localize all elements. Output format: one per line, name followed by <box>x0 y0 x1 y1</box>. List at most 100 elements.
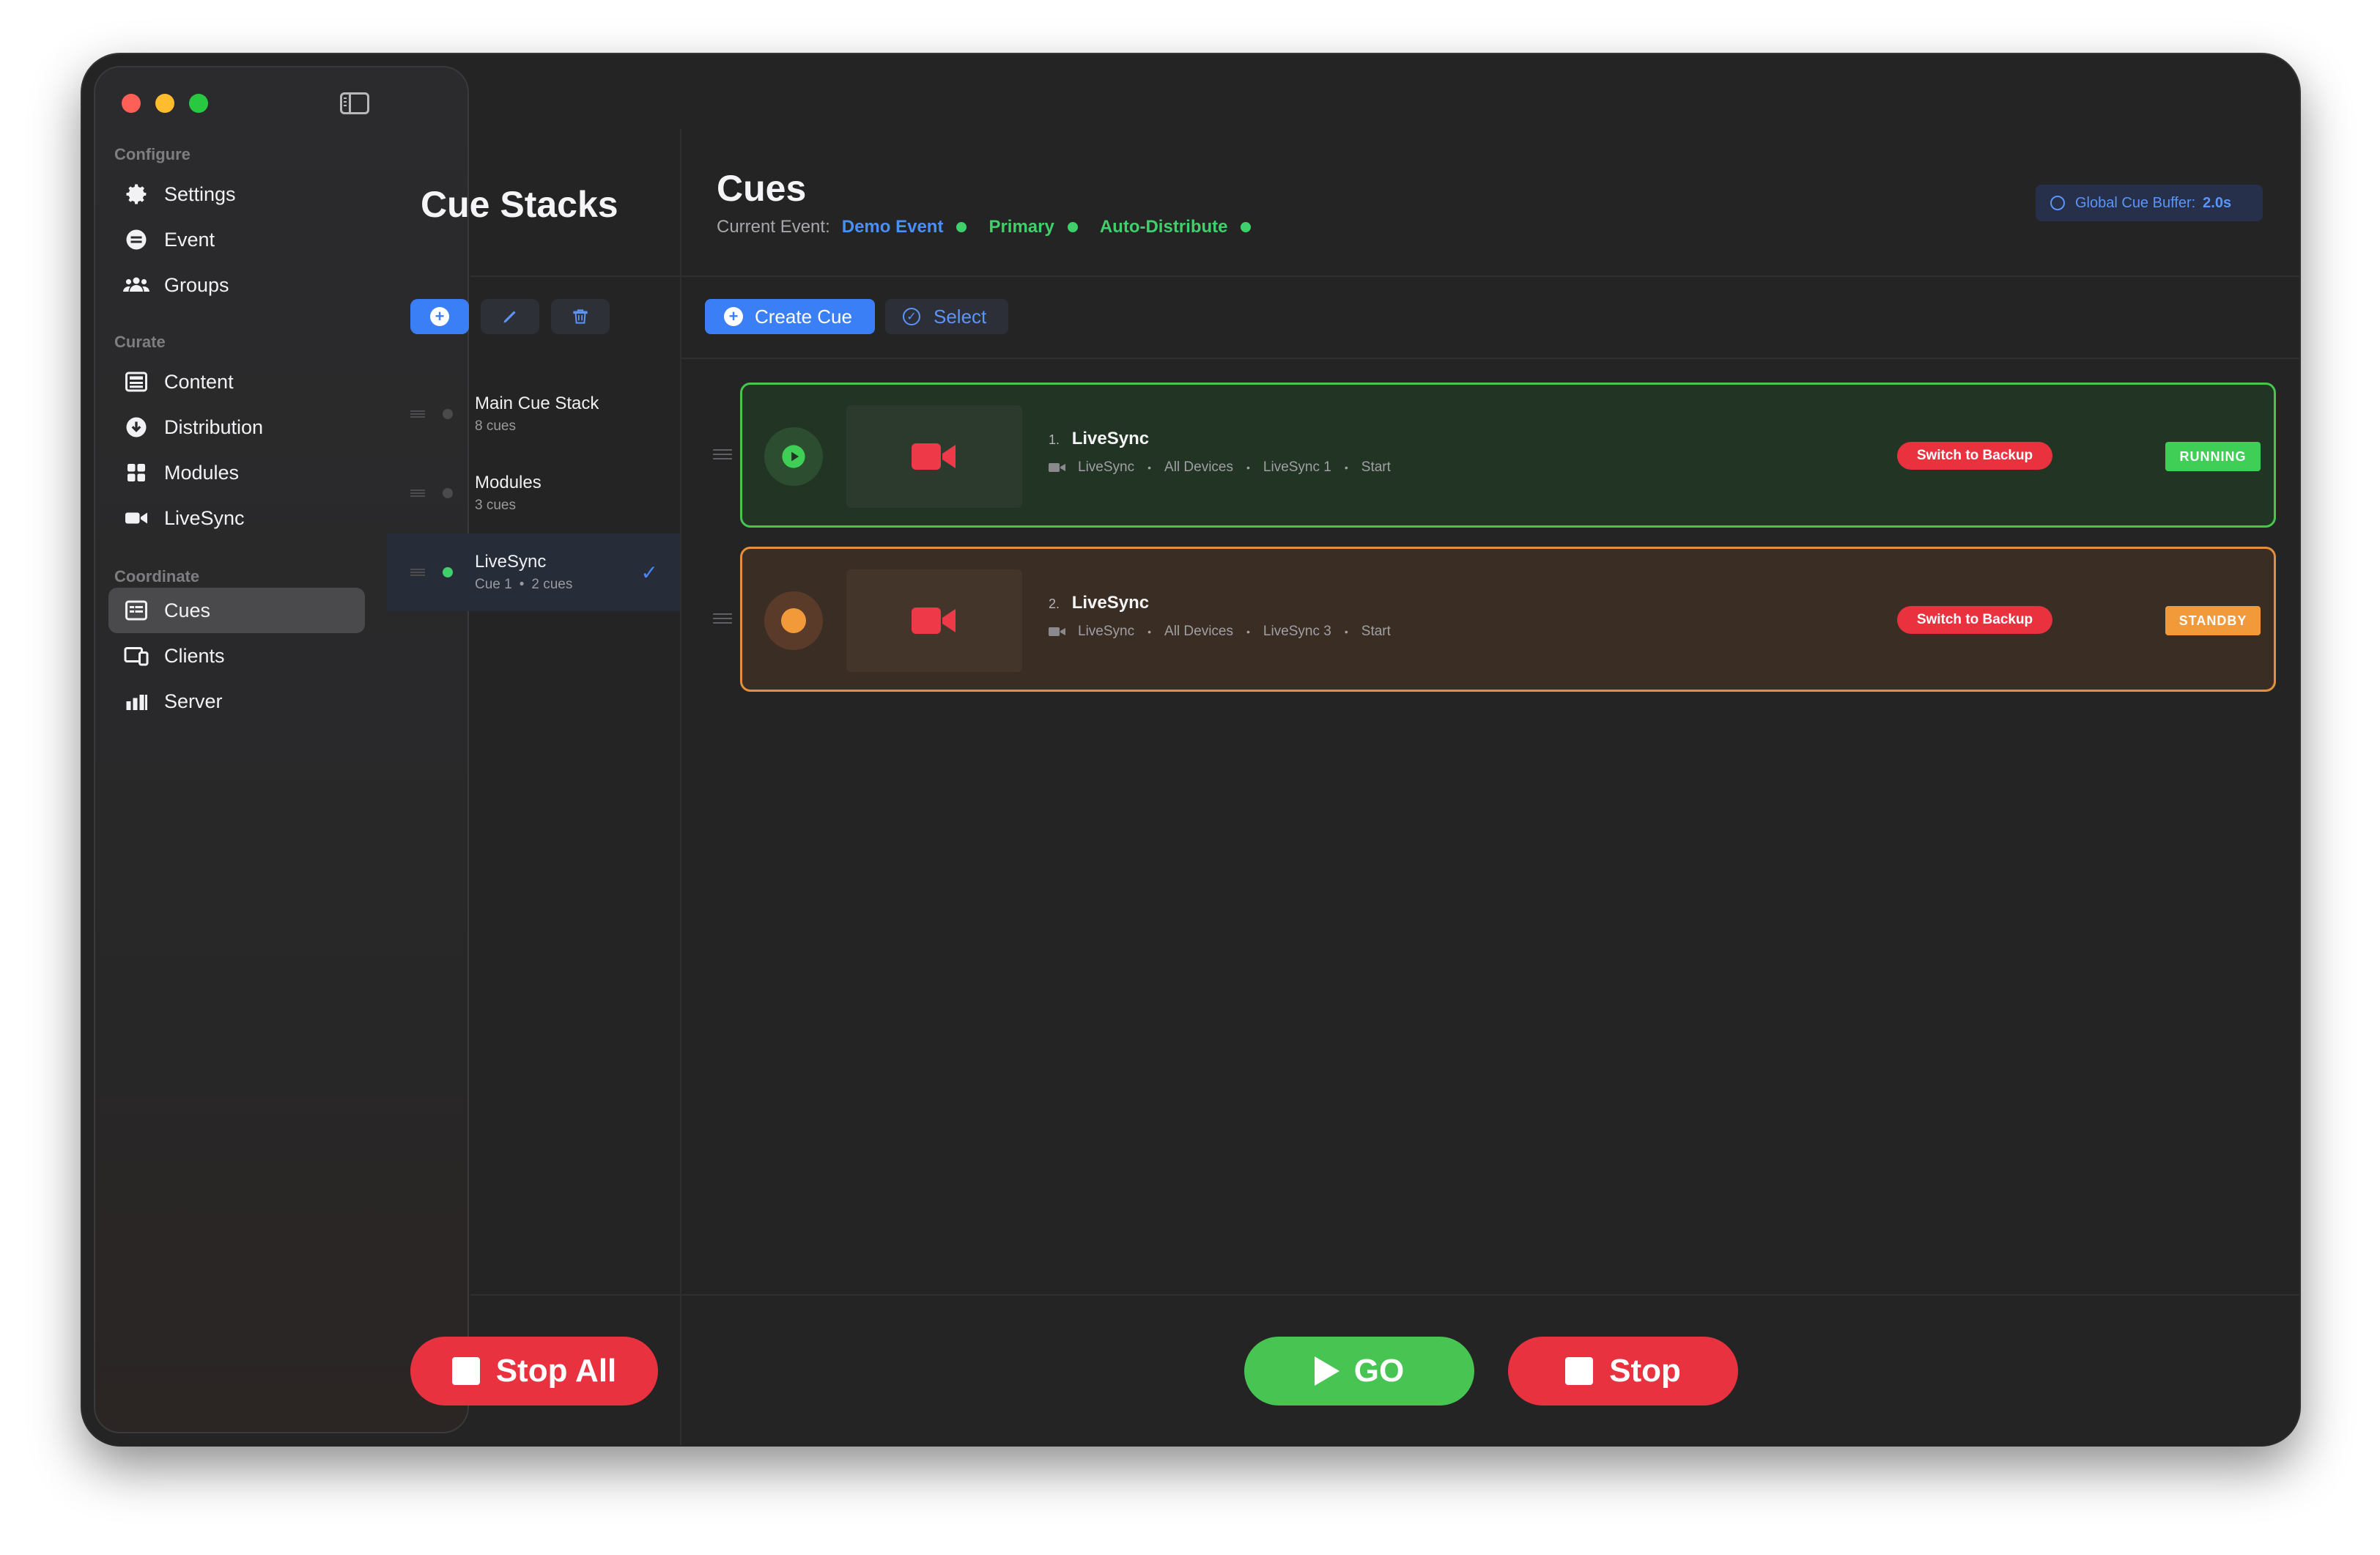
gear-icon <box>123 181 149 207</box>
primary-status-dot <box>1067 222 1078 232</box>
cue-type: LiveSync <box>1078 624 1135 639</box>
create-cue-label: Create Cue <box>755 305 852 328</box>
auto-distribute-dot <box>1241 222 1252 232</box>
toolbar-divider <box>681 358 2299 359</box>
clock-icon <box>2050 196 2065 210</box>
event-status-dot <box>956 222 967 232</box>
cue-name: LiveSync <box>1071 429 1150 448</box>
cue-source: LiveSync 3 <box>1263 624 1331 639</box>
video-camera-icon <box>912 443 956 470</box>
play-icon <box>782 445 805 468</box>
global-cue-buffer-badge[interactable]: Global Cue Buffer: 2.0s <box>2036 185 2263 221</box>
stack-item-modules[interactable]: Modules 3 cues <box>387 454 680 532</box>
add-stack-button[interactable]: + <box>410 299 469 334</box>
standby-dot-icon <box>781 608 806 633</box>
cue-number: 2. <box>1049 596 1060 611</box>
delete-stack-button[interactable] <box>551 299 610 334</box>
stop-all-button[interactable]: Stop All <box>410 1337 658 1406</box>
cue-number: 1. <box>1049 432 1060 447</box>
stop-all-label: Stop All <box>495 1353 617 1389</box>
sidebar-item-event[interactable]: Event <box>108 217 365 262</box>
cue-target: All Devices <box>1164 459 1233 475</box>
cue-meta: LiveSync • All Devices • LiveSync 1 • St… <box>1049 459 1391 476</box>
cue-card-2[interactable]: 2. LiveSync LiveSync • All Devices • Liv… <box>713 547 2276 692</box>
switch-to-backup-button[interactable]: Switch to Backup <box>1897 442 2052 470</box>
cue-action: Start <box>1361 624 1391 639</box>
cue-type: LiveSync <box>1078 459 1135 475</box>
cue-action: Start <box>1361 459 1391 475</box>
current-event-label: Current Event: <box>717 217 830 237</box>
stop-square-icon <box>1565 1357 1594 1385</box>
stack-name: LiveSync <box>475 552 547 572</box>
play-icon <box>1314 1356 1339 1386</box>
cues-icon <box>123 597 149 624</box>
checkmark-icon: ✓ <box>640 561 658 584</box>
sidebar: Configure Settings Event Groups Curate C… <box>94 66 469 1433</box>
sidebar-item-distribution[interactable]: Distribution <box>108 405 365 450</box>
drag-handle-icon[interactable] <box>713 613 732 624</box>
drag-handle-icon[interactable] <box>410 490 425 497</box>
cue-play-button[interactable] <box>764 427 823 486</box>
stack-current-cue: Cue 1 <box>475 577 512 592</box>
sidebar-item-label: Server <box>164 690 223 712</box>
plus-circle-icon: + <box>724 307 743 326</box>
sidebar-item-modules[interactable]: Modules <box>108 450 365 495</box>
drag-handle-icon[interactable] <box>410 410 425 418</box>
sidebar-item-label: Event <box>164 228 215 251</box>
sidebar-toggle-icon[interactable] <box>340 92 369 114</box>
status-dot <box>443 409 453 419</box>
section-label-curate: Curate <box>114 333 166 351</box>
sidebar-item-settings[interactable]: Settings <box>108 171 365 217</box>
server-icon <box>123 688 149 714</box>
go-button[interactable]: GO <box>1244 1337 1474 1406</box>
select-button[interactable]: ✓ Select <box>885 299 1008 334</box>
modules-icon <box>123 459 149 486</box>
sidebar-item-label: Settings <box>164 182 236 205</box>
sidebar-item-label: Groups <box>164 273 229 296</box>
create-cue-button[interactable]: + Create Cue <box>705 299 875 334</box>
switch-to-backup-button[interactable]: Switch to Backup <box>1897 606 2052 634</box>
content-icon <box>123 369 149 395</box>
groups-icon <box>123 272 149 298</box>
video-camera-icon <box>912 607 956 634</box>
sidebar-item-label: Modules <box>164 461 240 484</box>
event-status-line: Current Event: Demo Event Primary Auto-D… <box>717 217 1273 237</box>
cue-meta: LiveSync • All Devices • LiveSync 3 • St… <box>1049 624 1391 640</box>
sidebar-item-clients[interactable]: Clients <box>108 633 365 679</box>
buffer-label: Global Cue Buffer: <box>2075 194 2196 211</box>
close-window-button[interactable] <box>122 94 141 113</box>
sidebar-item-label: Content <box>164 370 234 393</box>
cue-card-1[interactable]: 1. LiveSync LiveSync • All Devices • Liv… <box>713 383 2276 528</box>
stop-square-icon <box>451 1357 480 1385</box>
sidebar-item-label: Distribution <box>164 415 264 438</box>
cues-title: Cues <box>717 168 807 209</box>
zoom-window-button[interactable] <box>189 94 208 113</box>
section-label-coordinate: Coordinate <box>114 567 200 586</box>
event-name-link[interactable]: Demo Event <box>842 217 944 237</box>
cue-standby-indicator[interactable] <box>764 591 823 650</box>
select-label: Select <box>934 305 987 328</box>
sidebar-item-server[interactable]: Server <box>108 679 365 724</box>
plus-circle-icon: + <box>430 307 449 326</box>
stack-cue-count: 8 cues <box>475 418 516 434</box>
sidebar-item-content[interactable]: Content <box>108 359 365 405</box>
stop-button[interactable]: Stop <box>1508 1337 1738 1406</box>
section-label-configure: Configure <box>114 145 191 163</box>
drag-handle-icon[interactable] <box>410 569 425 576</box>
drag-handle-icon[interactable] <box>713 449 732 459</box>
minimize-window-button[interactable] <box>155 94 174 113</box>
status-dot <box>443 488 453 498</box>
sidebar-item-label: LiveSync <box>164 506 245 529</box>
edit-stack-button[interactable] <box>481 299 539 334</box>
cue-thumbnail <box>846 405 1022 508</box>
sidebar-item-cues[interactable]: Cues <box>108 588 365 633</box>
sidebar-item-groups[interactable]: Groups <box>108 262 365 308</box>
footer-divider <box>470 1294 2299 1296</box>
status-badge: RUNNING <box>2165 442 2261 471</box>
sidebar-item-livesync[interactable]: LiveSync <box>108 495 365 541</box>
stack-item-livesync[interactable]: LiveSync Cue 1 • 2 cues ✓ <box>387 533 680 611</box>
buffer-value: 2.0s <box>2203 194 2232 211</box>
go-label: GO <box>1353 1353 1405 1389</box>
stack-item-main[interactable]: Main Cue Stack 8 cues <box>387 375 680 453</box>
stack-name: Main Cue Stack <box>475 394 599 413</box>
